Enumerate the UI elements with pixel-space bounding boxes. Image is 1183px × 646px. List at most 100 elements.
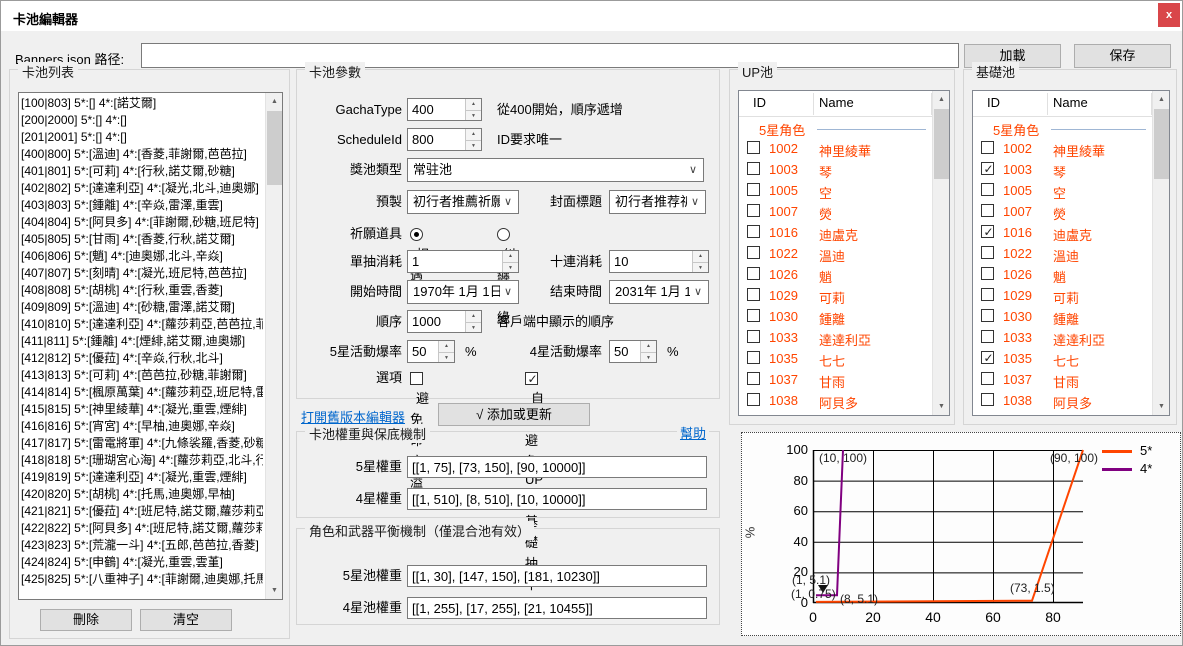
- list-item[interactable]: [405|805] 5*:[甘雨] 4*:[香菱,行秋,諾艾爾]: [21, 231, 263, 248]
- row-checkbox[interactable]: [981, 393, 994, 406]
- row-checkbox[interactable]: [747, 372, 760, 385]
- row-checkbox[interactable]: [981, 225, 994, 238]
- star4-rate-spinner[interactable]: 50 ▲▼: [609, 340, 657, 363]
- row-checkbox[interactable]: [981, 288, 994, 301]
- radio-acquaint-fate[interactable]: [410, 228, 423, 241]
- table-row[interactable]: 1037 甘雨: [973, 369, 1152, 390]
- up-pool-scrollbar[interactable]: ▲ ▼: [932, 91, 949, 415]
- spin-down-icon[interactable]: ▼: [466, 110, 481, 121]
- spin-down-icon[interactable]: ▼: [693, 262, 708, 273]
- row-checkbox[interactable]: [747, 225, 760, 238]
- list-item[interactable]: [404|804] 5*:[阿貝多] 4*:[菲謝爾,砂糖,班尼特]: [21, 214, 263, 231]
- table-row[interactable]: 1033 達達利亞: [973, 327, 1152, 348]
- start-time-picker[interactable]: 1970年 1月 1日 ∨: [407, 280, 519, 304]
- single-cost-spinner[interactable]: 1 ▲▼: [407, 250, 519, 273]
- table-row[interactable]: 1002 神里綾華: [973, 138, 1152, 159]
- list-item[interactable]: [201|2001] 5*:[] 4*:[]: [21, 129, 263, 146]
- scheduleid-spinner[interactable]: 800 ▲▼: [407, 128, 482, 151]
- row-checkbox[interactable]: [747, 267, 760, 280]
- scroll-up-icon[interactable]: ▲: [1153, 91, 1170, 108]
- table-row[interactable]: 1005 空: [739, 180, 932, 201]
- table-row[interactable]: 1003 琴: [973, 159, 1152, 180]
- list-item[interactable]: [424|824] 5*:[申鶴] 4*:[凝光,重雲,雲堇]: [21, 554, 263, 571]
- list-item[interactable]: [402|802] 5*:[達達利亞] 4*:[凝光,北斗,迪奧娜]: [21, 180, 263, 197]
- list-item[interactable]: [416|816] 5*:[宵宮] 4*:[早柚,迪奧娜,辛焱]: [21, 418, 263, 435]
- base-pool-table[interactable]: ID Name 5星角色 1002 神里綾華 1003 琴 1005: [972, 90, 1170, 416]
- spin-up-icon[interactable]: ▲: [439, 341, 454, 352]
- row-checkbox[interactable]: [747, 309, 760, 322]
- table-row[interactable]: 1029 可莉: [739, 285, 932, 306]
- scroll-up-icon[interactable]: ▲: [266, 93, 283, 110]
- list-item[interactable]: [412|812] 5*:[優菈] 4*:[辛焱,行秋,北斗]: [21, 350, 263, 367]
- spin-up-icon[interactable]: ▲: [503, 251, 518, 262]
- list-item[interactable]: [409|809] 5*:[溫迪] 4*:[砂糖,雷澤,諾艾爾]: [21, 299, 263, 316]
- scroll-thumb[interactable]: [267, 111, 282, 185]
- star5-pool-weight-input[interactable]: [407, 565, 707, 587]
- table-row[interactable]: 1038 阿貝多: [739, 390, 932, 411]
- preset-select[interactable]: 初行者推薦祈願 ∨: [407, 190, 519, 214]
- list-item[interactable]: [417|817] 5*:[雷電將軍] 4*:[九條裟羅,香菱,砂糖]: [21, 435, 263, 452]
- end-time-picker[interactable]: 2031年 1月 1日 ∨: [609, 280, 709, 304]
- list-item[interactable]: [401|801] 5*:[可莉] 4*:[行秋,諾艾爾,砂糖]: [21, 163, 263, 180]
- list-item[interactable]: [413|813] 5*:[可莉] 4*:[芭芭拉,砂糖,菲謝爾]: [21, 367, 263, 384]
- row-checkbox[interactable]: [981, 162, 994, 175]
- scroll-thumb[interactable]: [934, 109, 949, 179]
- table-row[interactable]: 1026 魈: [739, 264, 932, 285]
- list-item[interactable]: [425|825] 5*:[八重神子] 4*:[菲謝爾,迪奧娜,托馬]: [21, 571, 263, 588]
- spin-up-icon[interactable]: ▲: [641, 341, 656, 352]
- base-pool-scrollbar[interactable]: ▲ ▼: [1152, 91, 1169, 415]
- table-row[interactable]: 1038 阿貝多: [973, 390, 1152, 411]
- row-checkbox[interactable]: [981, 330, 994, 343]
- gachatype-spinner[interactable]: 400 ▲▼: [407, 98, 482, 121]
- table-row[interactable]: 1033 達達利亞: [739, 327, 932, 348]
- spin-up-icon[interactable]: ▲: [466, 311, 481, 322]
- list-scrollbar[interactable]: ▲ ▼: [265, 93, 282, 599]
- table-row[interactable]: 1003 琴: [739, 159, 932, 180]
- row-checkbox[interactable]: [747, 162, 760, 175]
- row-checkbox[interactable]: [981, 267, 994, 280]
- star5-weight-input[interactable]: [407, 456, 707, 478]
- list-item[interactable]: [420|820] 5*:[胡桃] 4*:[托馬,迪奧娜,早柚]: [21, 486, 263, 503]
- spin-down-icon[interactable]: ▼: [466, 322, 481, 333]
- clear-button[interactable]: 清空: [140, 609, 232, 631]
- row-checkbox[interactable]: [747, 351, 760, 364]
- star4-weight-input[interactable]: [407, 488, 707, 510]
- table-row[interactable]: 1016 迪盧克: [973, 222, 1152, 243]
- spin-up-icon[interactable]: ▲: [693, 251, 708, 262]
- checkbox-auto-avoid-up-in-base[interactable]: [525, 372, 538, 385]
- table-row[interactable]: 1022 溫迪: [973, 243, 1152, 264]
- table-row[interactable]: 1026 魈: [973, 264, 1152, 285]
- ten-cost-spinner[interactable]: 10 ▲▼: [609, 250, 709, 273]
- table-row[interactable]: 1007 熒: [739, 201, 932, 222]
- table-row[interactable]: 1029 可莉: [973, 285, 1152, 306]
- row-checkbox[interactable]: [747, 141, 760, 154]
- table-row[interactable]: 1035 七七: [739, 348, 932, 369]
- row-checkbox[interactable]: [747, 183, 760, 196]
- scroll-down-icon[interactable]: ▼: [933, 398, 950, 415]
- spin-down-icon[interactable]: ▼: [641, 352, 656, 363]
- row-checkbox[interactable]: [747, 288, 760, 301]
- scroll-up-icon[interactable]: ▲: [933, 91, 950, 108]
- list-item[interactable]: [415|815] 5*:[神里綾華] 4*:[凝光,重雲,煙緋]: [21, 401, 263, 418]
- list-item[interactable]: [423|823] 5*:[荒瀧一斗] 4*:[五郎,芭芭拉,香菱]: [21, 537, 263, 554]
- save-button[interactable]: 保存: [1074, 44, 1171, 68]
- spin-down-icon[interactable]: ▼: [503, 262, 518, 273]
- row-checkbox[interactable]: [747, 204, 760, 217]
- list-item[interactable]: [411|811] 5*:[鍾離] 4*:[煙緋,諾艾爾,迪奧娜]: [21, 333, 263, 350]
- list-item[interactable]: [421|821] 5*:[優菈] 4*:[班尼特,諾艾爾,蘿莎莉亞]: [21, 503, 263, 520]
- table-row[interactable]: 1037 甘雨: [739, 369, 932, 390]
- list-item[interactable]: [419|819] 5*:[達達利亞] 4*:[凝光,重雲,煙緋]: [21, 469, 263, 486]
- row-checkbox[interactable]: [981, 141, 994, 154]
- list-item[interactable]: [422|822] 5*:[阿貝多] 4*:[班尼特,諾艾爾,蘿莎莉亞]: [21, 520, 263, 537]
- list-item[interactable]: [200|2000] 5*:[] 4*:[]: [21, 112, 263, 129]
- star4-pool-weight-input[interactable]: [407, 597, 707, 619]
- list-item[interactable]: [407|807] 5*:[刻晴] 4*:[凝光,班尼特,芭芭拉]: [21, 265, 263, 282]
- spin-down-icon[interactable]: ▼: [466, 140, 481, 151]
- table-row[interactable]: 1030 鍾離: [739, 306, 932, 327]
- table-row[interactable]: 1016 迪盧克: [739, 222, 932, 243]
- row-checkbox[interactable]: [981, 204, 994, 217]
- table-row[interactable]: 1007 熒: [973, 201, 1152, 222]
- pool-type-select[interactable]: 常驻池 ∨: [407, 158, 704, 182]
- scroll-down-icon[interactable]: ▼: [266, 582, 283, 599]
- help-link[interactable]: 幫助: [677, 423, 709, 442]
